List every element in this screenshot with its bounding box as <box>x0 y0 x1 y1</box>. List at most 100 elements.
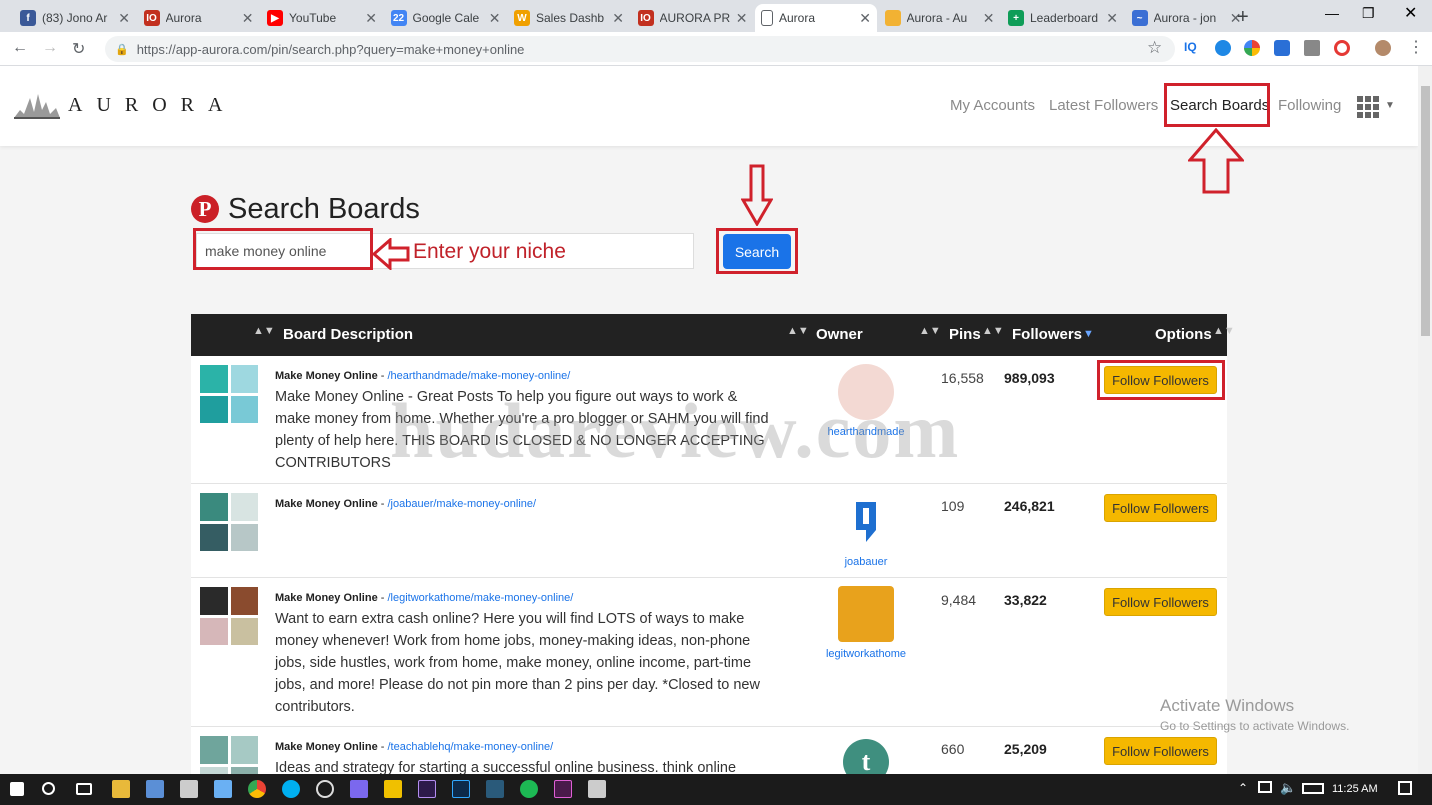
chevron-up-icon[interactable]: ⌃ <box>1238 781 1248 795</box>
follow-followers-button[interactable]: Follow Followers <box>1104 737 1217 765</box>
page-scrollbar[interactable] <box>1418 66 1432 774</box>
photoshop-icon[interactable] <box>452 780 470 798</box>
board-link[interactable]: /teachablehq/make-money-online/ <box>387 741 553 753</box>
browser-tab[interactable]: ~ Aurora - jon ✕ <box>1126 4 1248 32</box>
chevron-down-icon[interactable]: ▼ <box>1385 100 1395 111</box>
close-tab-icon[interactable]: ✕ <box>736 10 748 27</box>
new-tab-button[interactable]: + <box>1237 6 1249 29</box>
app-icon[interactable] <box>384 780 402 798</box>
browser-tab[interactable]: f (83) Jono Ar ✕ <box>14 4 136 32</box>
browser-tab[interactable]: IO Aurora ✕ <box>138 4 260 32</box>
network-icon[interactable] <box>1258 781 1272 793</box>
table-row: Make Money Online - /legitworkathome/mak… <box>191 578 1227 727</box>
sort-icon[interactable]: ▲▼ <box>982 325 1004 337</box>
extension-gray-icon[interactable] <box>1304 40 1320 56</box>
back-icon[interactable]: ← <box>12 39 28 57</box>
app-icon[interactable] <box>214 780 232 798</box>
board-link[interactable]: /hearthandmade/make-money-online/ <box>387 370 570 382</box>
close-tab-icon[interactable]: ✕ <box>242 10 254 27</box>
forward-icon[interactable]: → <box>42 39 58 57</box>
close-tab-icon[interactable]: ✕ <box>612 10 624 27</box>
browser-tab[interactable]: IO AURORA PR ✕ <box>632 4 754 32</box>
activate-subtitle: Go to Settings to activate Windows. <box>1160 719 1350 733</box>
app-icon[interactable] <box>350 780 368 798</box>
spotify-icon[interactable] <box>520 780 538 798</box>
taskbar-clock[interactable]: 11:25 AM <box>1332 783 1378 795</box>
app-icon[interactable] <box>554 780 572 798</box>
search-icon[interactable] <box>42 782 55 795</box>
nav-latest-followers[interactable]: Latest Followers <box>1049 97 1158 114</box>
volume-icon[interactable]: 🔈 <box>1280 780 1296 796</box>
extension-color-icon[interactable] <box>1244 40 1260 56</box>
file-explorer-icon[interactable] <box>112 780 130 798</box>
keyboard-icon[interactable] <box>1302 783 1324 794</box>
chrome-icon[interactable] <box>248 780 266 798</box>
sort-icon[interactable]: ▲▼ <box>1213 325 1235 337</box>
sort-icon[interactable]: ▲▼ <box>787 325 809 337</box>
avatar[interactable]: t <box>843 739 889 774</box>
board-thumbnails[interactable] <box>200 493 258 551</box>
profile-avatar[interactable] <box>1375 40 1391 56</box>
address-bar[interactable]: 🔒 https://app-aurora.com/pin/search.php?… <box>105 36 1175 62</box>
close-tab-icon[interactable]: ✕ <box>859 10 871 27</box>
board-link[interactable]: /joabauer/make-money-online/ <box>387 498 536 510</box>
task-view-icon[interactable] <box>76 783 92 795</box>
app-icon[interactable] <box>588 780 606 798</box>
owner-name[interactable]: joabauer <box>821 556 911 568</box>
board-link[interactable]: /legitworkathome/make-money-online/ <box>387 592 573 604</box>
avatar[interactable] <box>838 586 894 642</box>
browser-menu-icon[interactable]: ⋮ <box>1408 37 1424 57</box>
browser-tab[interactable]: W Sales Dashb ✕ <box>508 4 630 32</box>
sort-desc-icon[interactable]: ▼ <box>1083 328 1094 340</box>
board-owner[interactable]: t <box>821 739 911 774</box>
follow-followers-button[interactable]: Follow Followers <box>1104 494 1217 522</box>
close-window-icon[interactable]: ✕ <box>1404 3 1417 23</box>
nav-my-accounts[interactable]: My Accounts <box>950 97 1035 114</box>
nav-following[interactable]: Following <box>1278 97 1341 114</box>
owner-name[interactable]: legitworkathome <box>821 648 911 660</box>
avatar[interactable] <box>838 494 894 550</box>
extension-blue-icon[interactable] <box>1215 40 1231 56</box>
close-tab-icon[interactable]: ✕ <box>489 10 501 27</box>
apps-grid-icon[interactable] <box>1357 96 1379 118</box>
close-tab-icon[interactable]: ✕ <box>365 10 377 27</box>
browser-tab[interactable]: Aurora - Au ✕ <box>879 4 1001 32</box>
header-pins[interactable]: Pins <box>949 326 981 343</box>
sort-icon[interactable]: ▲▼ <box>919 325 941 337</box>
close-tab-icon[interactable]: ✕ <box>983 10 995 27</box>
iq-extension-icon[interactable]: IQ <box>1184 40 1197 54</box>
notification-icon[interactable] <box>1398 781 1412 795</box>
sort-icon[interactable]: ▲▼ <box>253 325 275 337</box>
skype-icon[interactable] <box>282 780 300 798</box>
app-icon[interactable] <box>180 780 198 798</box>
bookmark-star-icon[interactable]: ☆ <box>1147 38 1162 58</box>
browser-tab[interactable]: Aurora ✕ <box>755 4 877 32</box>
follow-followers-button[interactable]: Follow Followers <box>1104 588 1217 616</box>
extension-block-icon[interactable] <box>1334 40 1350 56</box>
premiere-icon[interactable] <box>418 780 436 798</box>
aurora-logo[interactable]: AURORA <box>14 90 236 120</box>
browser-tab[interactable]: ▶ YouTube ✕ <box>261 4 383 32</box>
board-thumbnails[interactable] <box>200 365 258 423</box>
app-icon[interactable] <box>486 780 504 798</box>
minimize-icon[interactable]: — <box>1325 5 1339 21</box>
extension-chat-icon[interactable] <box>1274 40 1290 56</box>
reload-icon[interactable]: ↻ <box>72 39 85 59</box>
close-tab-icon[interactable]: ✕ <box>118 10 130 27</box>
windows-start-icon[interactable] <box>10 782 24 796</box>
close-tab-icon[interactable]: ✕ <box>1106 10 1118 27</box>
board-thumbnails[interactable] <box>200 587 258 645</box>
scrollbar-thumb[interactable] <box>1421 86 1430 336</box>
maximize-icon[interactable]: ❐ <box>1362 5 1375 22</box>
browser-tab[interactable]: 22 Google Cale ✕ <box>385 4 507 32</box>
browser-tab[interactable]: + Leaderboard ✕ <box>1002 4 1124 32</box>
board-owner[interactable]: legitworkathome <box>821 586 911 660</box>
board-thumbnails[interactable] <box>200 736 258 774</box>
header-followers[interactable]: Followers <box>1012 326 1082 343</box>
app-icon[interactable] <box>316 780 334 798</box>
header-owner[interactable]: Owner <box>816 326 863 343</box>
windows-taskbar: ⌃ 🔈 11:25 AM <box>0 774 1432 805</box>
app-icon[interactable] <box>146 780 164 798</box>
board-owner[interactable]: joabauer <box>821 494 911 568</box>
header-board-description[interactable]: Board Description <box>283 326 413 343</box>
